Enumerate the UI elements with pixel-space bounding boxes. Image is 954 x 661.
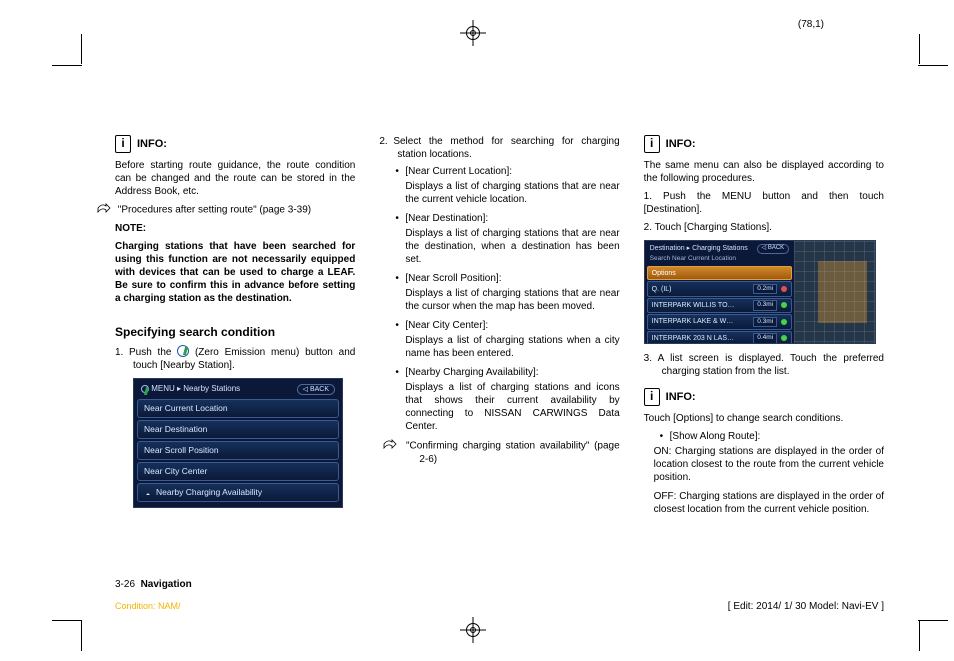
info-icon: i xyxy=(644,388,660,406)
menu-row: Nearby Charging Availability xyxy=(137,483,339,502)
zero-emission-icon xyxy=(177,345,189,357)
info-icon: i xyxy=(644,135,660,153)
back-button: ◁ BACK xyxy=(757,244,790,254)
dest-row: INTERPARK LAKE & W…0.3mi xyxy=(647,314,793,329)
crop-mark xyxy=(919,34,920,64)
footer-edit-info: [ Edit: 2014/ 1/ 30 Model: Navi-EV ] xyxy=(728,600,884,613)
info-p1: The same menu can also be displayed acco… xyxy=(644,159,884,185)
dest-row: INTERPARK WILLIS TO…0.3mi xyxy=(647,298,793,313)
status-dot-icon xyxy=(781,302,787,308)
info-label: INFO: xyxy=(666,137,696,151)
crop-mark xyxy=(52,620,82,621)
dest-row: INTERPARK 203 N LAS…0.4mi xyxy=(647,331,793,344)
info-body: Before starting route guidance, the rout… xyxy=(115,159,355,198)
dest-map-preview xyxy=(794,241,875,343)
crop-mark xyxy=(81,621,82,651)
option-item: [Near Current Location]: xyxy=(395,165,619,178)
column-3: i INFO: The same menu can also be displa… xyxy=(644,135,884,571)
info-p2: 1. Push the MENU button and then touch [… xyxy=(644,190,884,216)
show-off-desc: OFF: Charging stations are displayed in … xyxy=(644,490,884,516)
xref-text: "Procedures after setting route" (page 3… xyxy=(118,205,311,216)
crop-mark xyxy=(52,65,82,66)
step-2: 2.Select the method for searching for ch… xyxy=(379,135,619,161)
menu-row: Near City Center xyxy=(137,462,339,481)
option-desc: Displays a list of charging stations tha… xyxy=(379,227,619,266)
step-3: 3.A list screen is displayed. Touch the … xyxy=(644,352,884,378)
menu-row: Near Current Location xyxy=(137,399,339,418)
option-item: [Near Scroll Position]: xyxy=(395,272,619,285)
xref-text: "Confirming charging station availabilit… xyxy=(406,441,620,465)
option-desc: Displays a list of charging stations and… xyxy=(379,381,619,433)
menu-screenshot: MENU ▸ Nearby Stations ◁ BACK Near Curre… xyxy=(133,378,343,508)
info-p3: 2. Touch [Charging Stations]. xyxy=(644,221,884,234)
registration-mark-icon xyxy=(460,617,486,643)
info-block: i INFO: xyxy=(115,135,355,153)
dest-row: Q. (IL)0.2mi xyxy=(647,281,793,296)
page-content: i INFO: Before starting route guidance, … xyxy=(115,135,884,571)
menu-header: MENU ▸ Nearby Stations ◁ BACK xyxy=(137,382,339,397)
step-1: 1.Push the (Zero Emission menu) button a… xyxy=(115,345,355,372)
note-label: NOTE: xyxy=(115,222,355,235)
info2-body: Touch [Options] to change search conditi… xyxy=(644,412,884,425)
menu-title: MENU ▸ Nearby Stations xyxy=(141,384,240,394)
step-number: 2. xyxy=(379,135,393,148)
column-2: 2.Select the method for searching for ch… xyxy=(379,135,619,571)
crop-mark xyxy=(919,621,920,651)
back-button: ◁ BACK xyxy=(297,384,335,395)
option-desc: Displays a list of charging stations whe… xyxy=(379,334,619,360)
step-number: 3. xyxy=(644,352,658,365)
step-number: 1. xyxy=(115,346,129,359)
dest-subtitle: Search Near Current Location xyxy=(647,255,793,265)
section-heading: Specifying search condition xyxy=(115,325,355,341)
note-body: Charging stations that have been searche… xyxy=(115,240,355,305)
option-desc: Displays a list of charging stations tha… xyxy=(379,287,619,313)
cross-reference: "Confirming charging station availabilit… xyxy=(379,439,619,466)
footer-section: Navigation xyxy=(141,579,192,590)
crop-mark xyxy=(81,34,82,64)
option-item: [Show Along Route]: xyxy=(660,430,884,443)
status-dot-icon xyxy=(781,335,787,341)
option-item: [Near City Center]: xyxy=(395,319,619,332)
column-1: i INFO: Before starting route guidance, … xyxy=(115,135,355,571)
info-block: i INFO: xyxy=(644,388,884,406)
cross-reference: "Procedures after setting route" (page 3… xyxy=(115,203,355,217)
show-on-desc: ON: Charging stations are displayed in t… xyxy=(644,445,884,484)
destination-screenshot: Destination ▸ Charging Stations ◁ BACK S… xyxy=(644,240,876,344)
step3-text: A list screen is displayed. Touch the pr… xyxy=(658,353,884,377)
status-dot-icon xyxy=(781,319,787,325)
footer-condition: Condition: NAM/ xyxy=(115,601,181,613)
info-block: i INFO: xyxy=(644,135,884,153)
option-desc: Displays a list of charging stations tha… xyxy=(379,180,619,206)
status-dot-icon xyxy=(781,286,787,292)
dest-header: Destination ▸ Charging Stations ◁ BACK xyxy=(647,243,793,255)
info-icon: i xyxy=(115,135,131,153)
menu-row: Near Scroll Position xyxy=(137,441,339,460)
crop-mark xyxy=(918,620,948,621)
option-item: [Nearby Charging Availability]: xyxy=(395,366,619,379)
info-label: INFO: xyxy=(666,390,696,404)
dest-list-panel: Destination ▸ Charging Stations ◁ BACK S… xyxy=(645,241,795,343)
option-item: [Near Destination]: xyxy=(395,212,619,225)
footer-page-section: 3-26 Navigation xyxy=(115,578,192,591)
registration-mark-icon xyxy=(460,20,486,46)
dest-options-row: Options xyxy=(647,266,793,280)
page-marker: (78,1) xyxy=(798,18,824,31)
step2-text: Select the method for searching for char… xyxy=(393,136,619,160)
dest-title: Destination ▸ Charging Stations xyxy=(650,244,748,254)
menu-row: Near Destination xyxy=(137,420,339,439)
step1-pre: Push the xyxy=(129,347,177,358)
crop-mark xyxy=(918,65,948,66)
footer-page: 3-26 xyxy=(115,579,135,590)
info-label: INFO: xyxy=(137,137,167,151)
